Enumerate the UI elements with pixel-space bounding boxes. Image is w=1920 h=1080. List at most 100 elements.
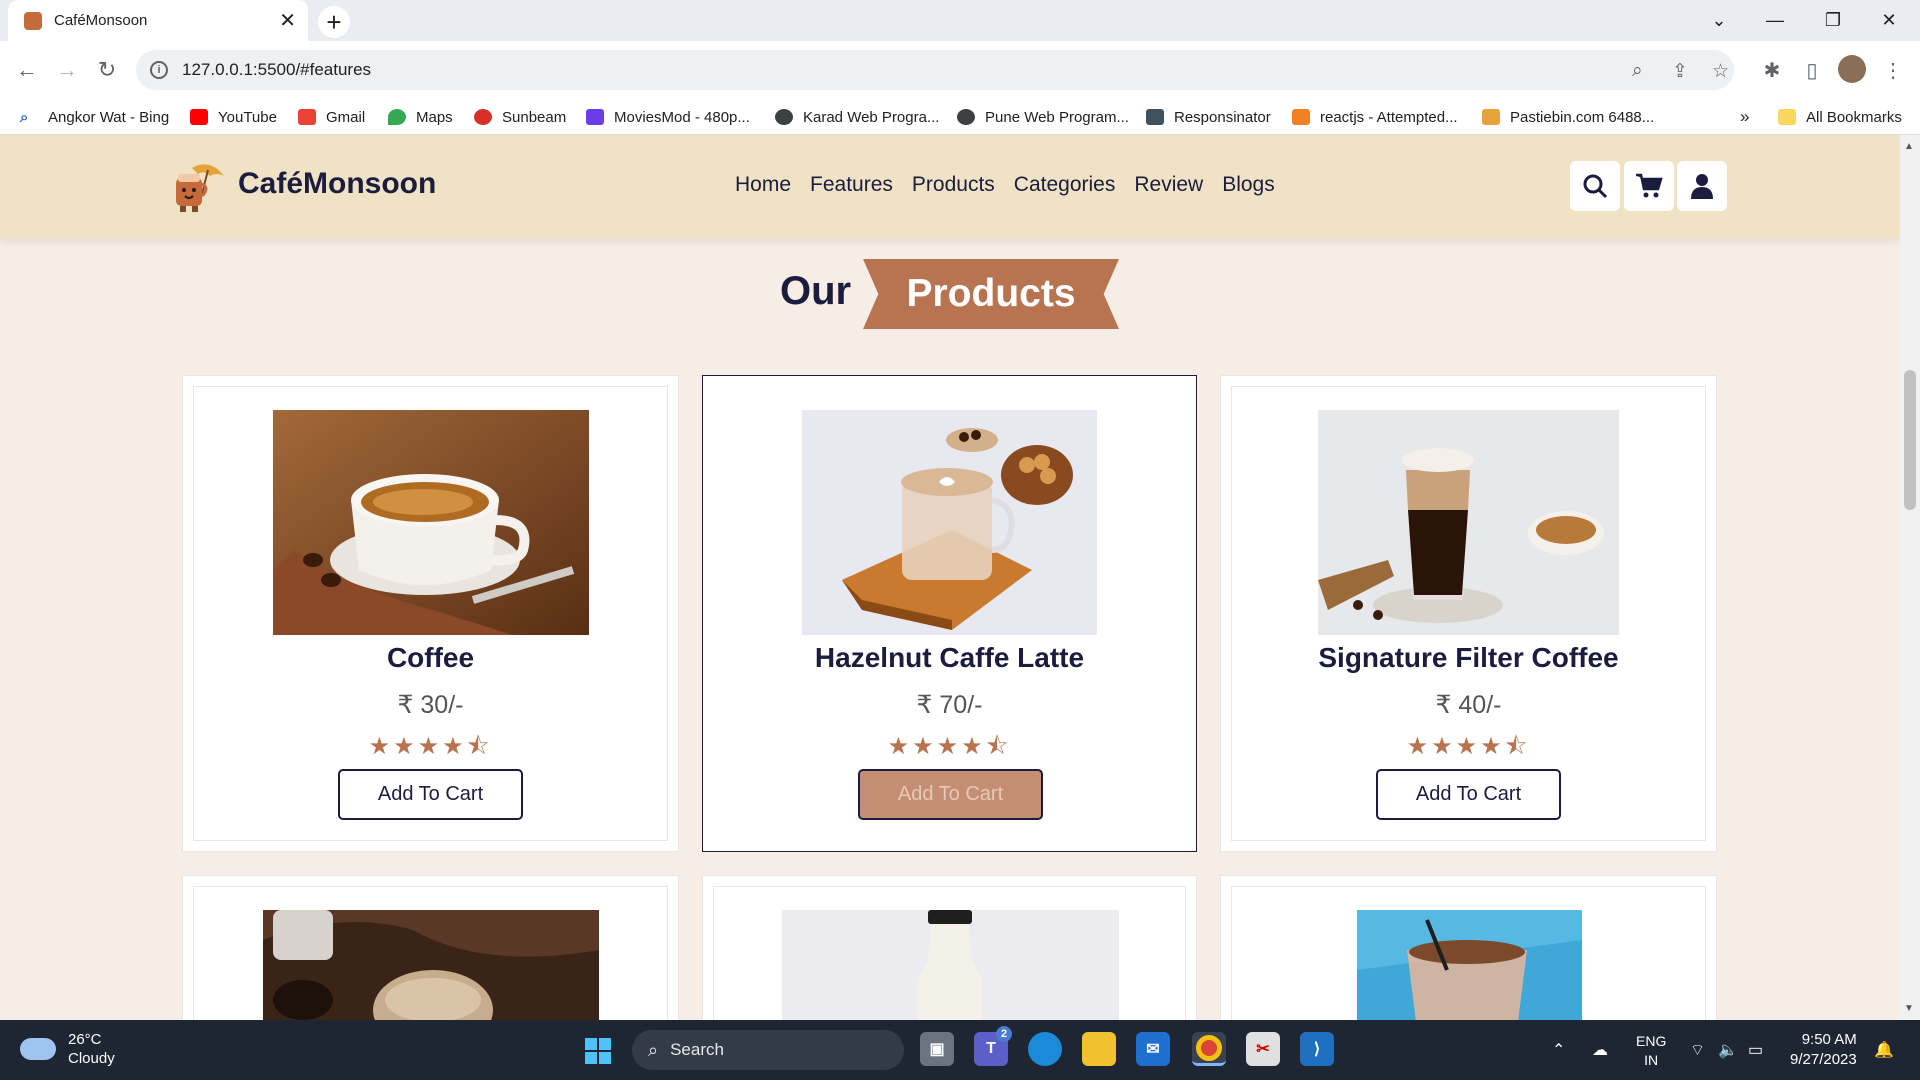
bookmark-label: Pastiebin.com 6488...: [1510, 108, 1655, 126]
bookmark-item[interactable]: YouTube: [190, 99, 277, 135]
bookmark-star-icon[interactable]: ☆: [1712, 60, 1729, 83]
bookmark-item[interactable]: Gmail: [298, 99, 365, 135]
user-icon: [1691, 174, 1713, 199]
responsinator-icon: [1146, 109, 1164, 125]
taskbar-search-label: Search: [670, 1040, 724, 1059]
minimize-button[interactable]: —: [1752, 0, 1798, 41]
search-icon: ⌕: [20, 109, 29, 126]
language-indicator[interactable]: ENG IN: [1636, 1032, 1666, 1070]
product-card[interactable]: [702, 875, 1197, 1020]
cart-button[interactable]: [1624, 161, 1674, 211]
battery-icon[interactable]: ▭: [1748, 1040, 1763, 1060]
all-bookmarks[interactable]: All Bookmarks: [1778, 99, 1902, 135]
bookmark-item[interactable]: Pune Web Program...: [957, 99, 1129, 135]
reload-button[interactable]: ↻: [92, 55, 122, 85]
nav-categories[interactable]: Categories: [1014, 173, 1116, 197]
product-price: ₹ 40/-: [1435, 691, 1502, 719]
product-card[interactable]: Signature Filter Coffee ₹ 40/- ★★★★⯪ Add…: [1220, 375, 1717, 852]
weather-widget[interactable]: 26°C Cloudy: [20, 1030, 115, 1068]
globe-icon: [957, 109, 975, 125]
bookmark-item[interactable]: Karad Web Progra...: [775, 99, 939, 135]
bookmark-item[interactable]: ⌕ Angkor Wat - Bing: [20, 99, 169, 135]
onedrive-icon[interactable]: ☁: [1592, 1040, 1608, 1060]
scroll-up-arrow-icon[interactable]: ▲: [1904, 141, 1914, 152]
product-card[interactable]: [182, 875, 679, 1020]
system-clock[interactable]: 9:50 AM 9/27/2023: [1790, 1030, 1857, 1070]
back-button[interactable]: ←: [12, 55, 42, 85]
nav-review[interactable]: Review: [1134, 173, 1203, 197]
clock-date: 9/27/2023: [1790, 1051, 1857, 1068]
add-to-cart-button[interactable]: Add To Cart: [338, 769, 523, 820]
mail-icon[interactable]: ✉: [1136, 1032, 1170, 1066]
product-card[interactable]: Coffee ₹ 30/- ★★★★⯪ Add To Cart: [182, 375, 679, 852]
nav-home[interactable]: Home: [735, 173, 791, 197]
volume-icon[interactable]: 🔈: [1718, 1040, 1738, 1060]
bookmark-label: Pune Web Program...: [985, 108, 1129, 126]
wifi-icon[interactable]: ⌔: [1690, 1040, 1705, 1060]
notification-bell-icon[interactable]: 🔔: [1874, 1040, 1894, 1060]
search-icon: [1583, 174, 1608, 199]
add-to-cart-button[interactable]: Add To Cart: [858, 769, 1043, 820]
bookmark-label: reactjs - Attempted...: [1320, 108, 1458, 126]
close-tab-icon[interactable]: ✕: [279, 8, 296, 33]
snipping-tool-icon[interactable]: ✂: [1246, 1032, 1280, 1066]
cappuccino-image: [263, 910, 599, 1020]
nav-blogs[interactable]: Blogs: [1222, 173, 1275, 197]
heading-products: Products: [906, 272, 1076, 315]
file-explorer-icon[interactable]: [1082, 1032, 1116, 1066]
product-card[interactable]: Hazelnut Caffe Latte ₹ 70/- ★★★★⯪ Add To…: [702, 375, 1197, 852]
rating-stars: ★★★★⯪: [1406, 733, 1531, 760]
share-icon[interactable]: ⇪: [1672, 60, 1688, 83]
edge-icon[interactable]: [1028, 1032, 1062, 1066]
new-tab-button[interactable]: +: [318, 6, 350, 38]
nav-products[interactable]: Products: [912, 173, 995, 197]
bookmark-label: MoviesMod - 480p...: [614, 108, 750, 126]
start-button[interactable]: [585, 1038, 611, 1064]
bookmark-item[interactable]: Maps: [388, 99, 453, 135]
page-scrollbar[interactable]: ▲ ▼: [1900, 135, 1920, 1020]
chrome-icon[interactable]: [1192, 1032, 1226, 1066]
search-button[interactable]: [1570, 161, 1620, 211]
coffee-umbrella-logo-icon[interactable]: [170, 160, 226, 214]
brand-name[interactable]: CaféMonsoon: [238, 167, 436, 201]
product-card[interactable]: [1220, 875, 1717, 1020]
extensions-icon[interactable]: ✱: [1757, 55, 1787, 85]
scrollbar-thumb[interactable]: [1904, 370, 1916, 510]
restore-button[interactable]: ❐: [1810, 0, 1856, 41]
bookmark-item[interactable]: Responsinator: [1146, 99, 1271, 135]
lang-region: IN: [1644, 1052, 1659, 1068]
bookmark-label: Angkor Wat - Bing: [48, 108, 170, 126]
bookmarks-overflow-icon[interactable]: »: [1740, 99, 1749, 135]
coffee-cup-image: [273, 410, 589, 635]
side-panel-icon[interactable]: ▯: [1797, 55, 1827, 85]
tab-search-chevron-icon[interactable]: ⌄: [1696, 0, 1742, 41]
profile-avatar[interactable]: [1838, 55, 1866, 83]
user-button[interactable]: [1677, 161, 1727, 211]
site-favicon-icon: [24, 11, 42, 30]
address-bar[interactable]: i 127.0.0.1:5500/#features: [136, 50, 1734, 90]
bookmark-item[interactable]: MoviesMod - 480p...: [586, 99, 750, 135]
bookmark-item[interactable]: reactjs - Attempted...: [1292, 99, 1458, 135]
vscode-icon[interactable]: ⟩: [1300, 1032, 1334, 1066]
zoom-icon[interactable]: ⌕: [1632, 60, 1643, 82]
add-to-cart-button[interactable]: Add To Cart: [1376, 769, 1561, 820]
close-window-button[interactable]: ✕: [1866, 0, 1912, 41]
tray-overflow-icon[interactable]: ⌃: [1552, 1040, 1565, 1060]
nav-features[interactable]: Features: [810, 173, 893, 197]
taskbar-search[interactable]: ⌕ Search: [632, 1030, 904, 1070]
bookmark-item[interactable]: Pastiebin.com 6488...: [1482, 99, 1654, 135]
gmail-icon: [298, 109, 316, 125]
teams-icon[interactable]: T2: [974, 1026, 1012, 1066]
tab-title: CaféMonsoon: [54, 12, 148, 29]
lang-code: ENG: [1636, 1033, 1667, 1049]
scroll-down-arrow-icon[interactable]: ▼: [1904, 1003, 1914, 1014]
task-view-icon[interactable]: ▣: [920, 1032, 954, 1066]
bookmarks-bar: ⌕ Angkor Wat - Bing YouTube Gmail Maps Su…: [0, 99, 1920, 135]
browser-tab[interactable]: CaféMonsoon ✕: [8, 0, 308, 41]
site-info-icon[interactable]: i: [150, 61, 168, 79]
forward-button[interactable]: →: [52, 55, 82, 85]
maps-icon: [388, 109, 406, 125]
menu-kebab-icon[interactable]: ⋮: [1878, 55, 1908, 85]
bookmark-item[interactable]: Sunbeam: [474, 99, 566, 135]
weather-condition: Cloudy: [68, 1050, 115, 1067]
